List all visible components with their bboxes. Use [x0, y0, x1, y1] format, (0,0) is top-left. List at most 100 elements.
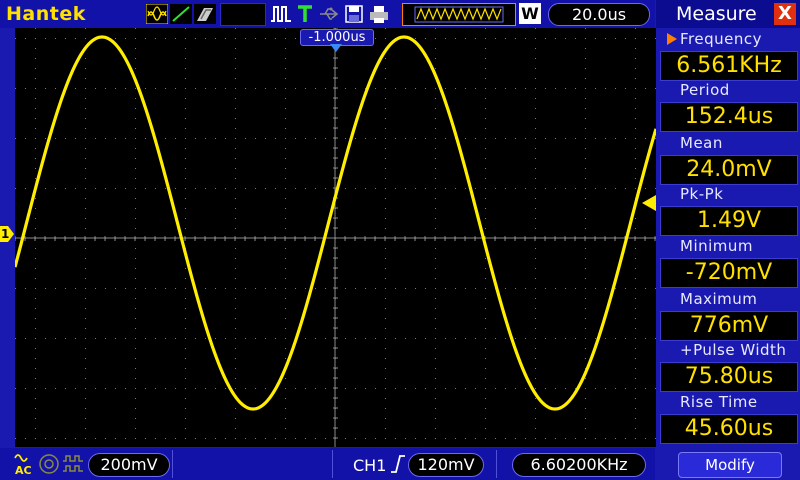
- grid-dot: [415, 388, 416, 389]
- grid-dot: [535, 428, 536, 429]
- grid-dot: [15, 88, 16, 89]
- grid-dot: [195, 138, 196, 139]
- measure-label-frequency[interactable]: Frequency: [680, 30, 762, 48]
- grid-dot: [85, 188, 86, 189]
- timebase-display[interactable]: 20.0us: [548, 3, 650, 26]
- grid-dot: [35, 38, 36, 39]
- grid-dot: [635, 368, 636, 369]
- grid-dot: [385, 108, 386, 109]
- measure-label-minimum[interactable]: Minimum: [680, 237, 753, 255]
- grid-dot: [245, 338, 246, 339]
- graticule: [15, 28, 656, 447]
- grid-dot: [435, 208, 436, 209]
- measure-label-pulse-width[interactable]: +Pulse Width: [680, 341, 786, 359]
- grid-dot: [465, 388, 466, 389]
- grid-dot: [125, 388, 126, 389]
- grid-dot: [635, 98, 636, 99]
- grid-dot: [35, 168, 36, 169]
- grid-dot: [95, 88, 96, 89]
- grid-dot: [85, 278, 86, 279]
- close-button[interactable]: X: [774, 3, 796, 25]
- grid-dot: [235, 178, 236, 179]
- grid-dot: [635, 168, 636, 169]
- trigger-level-marker[interactable]: [642, 195, 656, 211]
- grid-dot: [75, 338, 76, 339]
- grid-dot: [235, 298, 236, 299]
- pulse-icon[interactable]: [270, 4, 292, 24]
- grid-dot: [585, 218, 586, 219]
- grid-dot: [555, 288, 556, 289]
- grid-dot: [175, 138, 176, 139]
- grid-dot: [135, 218, 136, 219]
- grid-dot: [145, 388, 146, 389]
- shade-mode-icon[interactable]: [194, 4, 216, 24]
- grid-dot: [185, 148, 186, 149]
- grid-dot: [85, 138, 86, 139]
- grid-dot: [155, 88, 156, 89]
- bw-limit-icon[interactable]: [38, 453, 60, 475]
- grid-dot: [385, 148, 386, 149]
- grid-dot: [635, 428, 636, 429]
- save-icon[interactable]: [344, 4, 364, 24]
- grid-dot: [305, 188, 306, 189]
- measure-label-rise-time[interactable]: Rise Time: [680, 393, 758, 411]
- grid-dot: [485, 398, 486, 399]
- grid-dot: [165, 338, 166, 339]
- invert-icon[interactable]: [62, 453, 84, 475]
- grid-dot: [635, 338, 636, 339]
- print-icon[interactable]: [368, 4, 390, 24]
- grid-dot: [25, 438, 26, 439]
- grid-dot: [585, 248, 586, 249]
- volts-div-display[interactable]: 200mV: [88, 453, 170, 477]
- modify-button[interactable]: Modify: [678, 452, 782, 478]
- grid-dot: [35, 268, 36, 269]
- grid-dot: [625, 138, 626, 139]
- rising-edge-icon[interactable]: [390, 454, 406, 474]
- trigger-t-icon[interactable]: [296, 4, 314, 24]
- grid-dot: [35, 28, 36, 29]
- trigger-level-display[interactable]: 120mV: [408, 453, 484, 477]
- ac-coupling-icon[interactable]: AC: [14, 451, 32, 477]
- grid-dot: [175, 38, 176, 39]
- grid-dot: [285, 318, 286, 319]
- grid-dot: [585, 398, 586, 399]
- grid-dot: [485, 118, 486, 119]
- measure-label-pkpk[interactable]: Pk-Pk: [680, 185, 723, 203]
- grid-dot: [35, 158, 36, 159]
- trigger-source-label[interactable]: CH1: [353, 456, 386, 475]
- grid-dot: [595, 388, 596, 389]
- acq-mode-badge[interactable]: W: [519, 3, 541, 24]
- grid-dot: [65, 38, 66, 39]
- grid-dot: [215, 438, 216, 439]
- grid-dot: [535, 208, 536, 209]
- grid-dot: [555, 388, 556, 389]
- grid-dot: [355, 288, 356, 289]
- grid-dot: [85, 378, 86, 379]
- grid-dot: [265, 388, 266, 389]
- grid-dot: [195, 388, 196, 389]
- grid-dot: [285, 268, 286, 269]
- grid-dot: [465, 38, 466, 39]
- grid-dot: [285, 348, 286, 349]
- grid-dot: [135, 398, 136, 399]
- measure-label-period[interactable]: Period: [680, 81, 730, 99]
- channel-1-marker[interactable]: 1: [0, 226, 14, 242]
- grid-dot: [185, 28, 186, 29]
- grid-dot: [415, 288, 416, 289]
- grid-dot: [635, 418, 636, 419]
- grid-dot: [585, 388, 586, 389]
- grid-dot: [385, 68, 386, 69]
- measure-label-maximum[interactable]: Maximum: [680, 290, 757, 308]
- grid-dot: [135, 48, 136, 49]
- grid-dot: [435, 388, 436, 389]
- grid-dot: [165, 188, 166, 189]
- grid-dot: [165, 388, 166, 389]
- wave-mode-icon[interactable]: [146, 4, 168, 24]
- grid-dot: [645, 38, 646, 39]
- grid-dot: [565, 88, 566, 89]
- grid-dot: [235, 158, 236, 159]
- grid-dot: [595, 438, 596, 439]
- measure-label-mean[interactable]: Mean: [680, 134, 723, 152]
- line-mode-icon[interactable]: [170, 4, 192, 24]
- grid-dot: [435, 188, 436, 189]
